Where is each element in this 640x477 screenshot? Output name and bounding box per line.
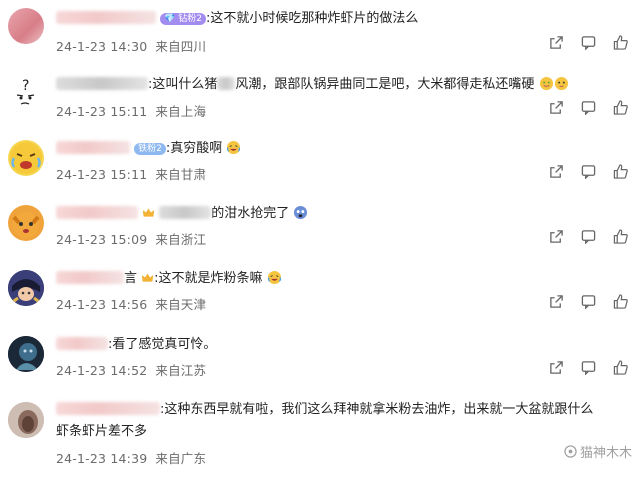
comment-actions [549, 294, 628, 309]
watermark-text: 猫神木木 [579, 446, 632, 461]
blue-face-emoji-icon [294, 205, 308, 220]
comment-text: :看了感觉真可怜。 [108, 337, 217, 352]
share-icon[interactable] [549, 100, 564, 115]
comment-actions [549, 229, 628, 244]
location: 来自浙江 [155, 232, 207, 247]
share-icon[interactable] [549, 164, 564, 179]
username-tail[interactable]: 言 [124, 271, 137, 286]
comment-actions [549, 164, 628, 179]
avatar[interactable] [8, 270, 44, 306]
comment-meta: 24-1-23 15:09 来自浙江 [56, 229, 214, 248]
avatar[interactable] [8, 402, 44, 438]
comment-meta: 24-1-23 14:52 来自江苏 [56, 360, 214, 379]
like-icon[interactable] [613, 35, 628, 50]
like-icon[interactable] [613, 294, 628, 309]
location: 来自江苏 [155, 363, 207, 378]
svg-text:?: ? [22, 78, 29, 94]
location: 来自天津 [155, 297, 207, 312]
timestamp: 24-1-23 14:30 [56, 39, 148, 54]
emoji-icon [539, 76, 553, 91]
comment-item: :这种东西早就有啦，我们这么拜神就拿米粉去油炸，出来就一大盆就跟什么 虾条虾片差… [0, 392, 640, 477]
comment-item: ? :这叫什么猪 风潮，跟部队锅异曲同工是吧，大米都得走私还嘴硬 24-1-23 … [0, 66, 640, 128]
comment-item: 的泔水抢完了 24-1-23 15:09 来自浙江 [0, 195, 640, 257]
location: 来自广东 [155, 451, 207, 466]
crown-icon [142, 208, 155, 217]
comment-text-cont: 虾条虾片差不多 [56, 424, 148, 439]
comment-text: :真穷酸啊 [165, 141, 223, 156]
timestamp: 24-1-23 15:11 [56, 104, 148, 119]
comment-icon[interactable] [581, 164, 596, 179]
redacted-text [217, 77, 236, 90]
crown-icon [141, 273, 154, 282]
share-icon[interactable] [549, 294, 564, 309]
username[interactable] [56, 337, 108, 350]
location: 来自甘肃 [155, 167, 207, 182]
location: 来自上海 [155, 104, 207, 119]
timestamp: 24-1-23 14:39 [56, 451, 148, 466]
comment-actions [549, 35, 628, 50]
watermark: 猫神木木 [564, 442, 632, 461]
avatar[interactable] [8, 336, 44, 372]
username[interactable] [56, 11, 156, 24]
share-icon[interactable] [549, 229, 564, 244]
username[interactable] [56, 402, 160, 415]
share-icon[interactable] [549, 35, 564, 50]
comment-actions [549, 360, 628, 375]
like-icon[interactable] [613, 360, 628, 375]
location: 来自四川 [155, 39, 207, 54]
timestamp: 24-1-23 15:09 [56, 232, 148, 247]
emoji-icon [554, 76, 568, 91]
comment-text: :这种东西早就有啦，我们这么拜神就拿米粉去油炸，出来就一大盆就跟什么 [160, 402, 594, 417]
avatar[interactable] [8, 205, 44, 241]
comment-item: :看了感觉真可怜。 24-1-23 14:52 来自江苏 [0, 326, 640, 388]
comment-icon[interactable] [581, 100, 596, 115]
fan-badge: 铁粉2 [134, 143, 166, 155]
timestamp: 24-1-23 14:52 [56, 363, 148, 378]
comment-meta: 24-1-23 14:30 来自四川 [56, 36, 214, 55]
share-icon[interactable] [549, 360, 564, 375]
comment-meta: 24-1-23 14:39 来自广东 [56, 448, 214, 467]
username[interactable] [56, 141, 130, 154]
timestamp: 24-1-23 14:56 [56, 297, 148, 312]
comment-icon[interactable] [581, 294, 596, 309]
like-icon[interactable] [613, 100, 628, 115]
username[interactable] [56, 271, 124, 284]
comment-meta: 24-1-23 14:56 来自天津 [56, 294, 214, 313]
comment-item: 💎 钻粉2:这不就小时候吃那种炸虾片的做法么 24-1-23 14:30 来自四川 [0, 0, 640, 64]
comment-item: 铁粉2:真穷酸啊 24-1-23 15:11 来自甘肃 [0, 130, 640, 192]
username[interactable] [56, 77, 148, 90]
comment-text: 的泔水抢完了 [211, 206, 290, 221]
laughing-emoji-icon [267, 270, 281, 285]
comment-meta: 24-1-23 15:11 来自上海 [56, 101, 214, 120]
comment-actions [549, 100, 628, 115]
avatar[interactable]: ? [8, 76, 44, 112]
comment-item: 言 :这不就是炸粉条嘛 24-1-23 14:56 来自天津 [0, 260, 640, 322]
comment-icon[interactable] [581, 35, 596, 50]
avatar[interactable] [8, 8, 44, 44]
comment-text: :这不就小时候吃那种炸虾片的做法么 [205, 11, 419, 26]
like-icon[interactable] [613, 164, 628, 179]
laughing-emoji-icon [227, 140, 241, 155]
comment-text-cont: 风潮，跟部队锅异曲同工是吧，大米都得走私还嘴硬 [235, 77, 535, 92]
comment-meta: 24-1-23 15:11 来自甘肃 [56, 164, 214, 183]
comment-icon[interactable] [581, 360, 596, 375]
username[interactable] [56, 206, 138, 219]
fan-badge: 💎 钻粉2 [160, 13, 206, 25]
mentioned-user[interactable] [159, 206, 212, 219]
like-icon[interactable] [613, 229, 628, 244]
timestamp: 24-1-23 15:11 [56, 167, 148, 182]
avatar[interactable] [8, 140, 44, 176]
comment-text: :这不就是炸粉条嘛 [154, 271, 263, 286]
watermark-logo-icon [564, 445, 577, 458]
comment-icon[interactable] [581, 229, 596, 244]
comment-text: :这叫什么猪 [148, 77, 218, 92]
